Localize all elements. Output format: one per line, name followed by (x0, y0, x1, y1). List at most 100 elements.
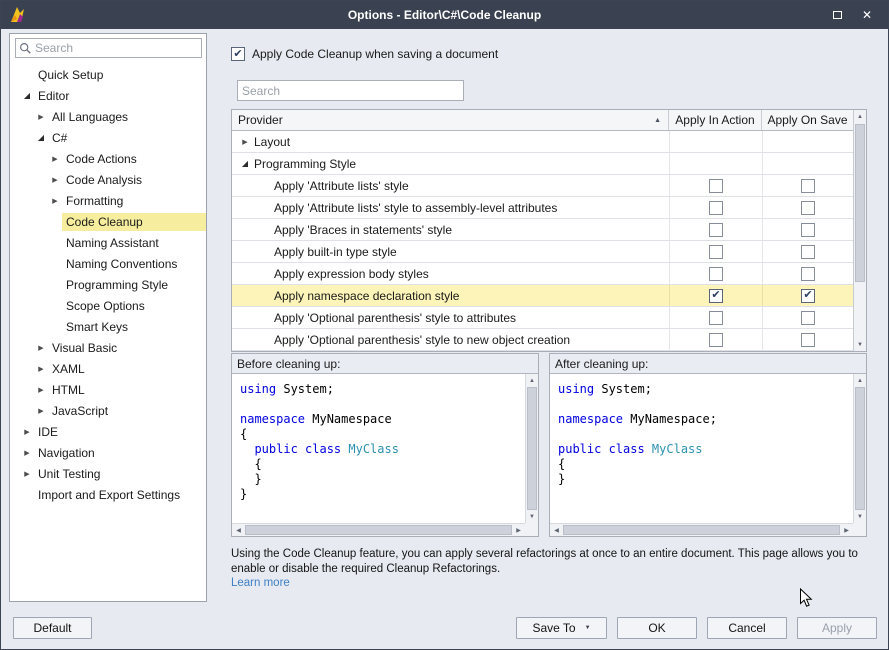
apply-in-action-checkbox[interactable] (709, 311, 723, 325)
scroll-right-icon[interactable]: ▶ (512, 524, 525, 536)
column-header-provider[interactable]: Provider ▲ (232, 110, 669, 130)
apply-on-save-checkbox[interactable] (801, 245, 815, 259)
apply-on-save-checkbox[interactable]: ✔ (801, 289, 815, 303)
collapse-group-icon[interactable]: ◢ (238, 159, 252, 168)
scroll-right-icon[interactable]: ▶ (840, 524, 853, 536)
sort-ascending-icon: ▲ (654, 117, 661, 124)
scroll-down-icon[interactable]: ▼ (854, 510, 866, 523)
column-header-apply-in-action[interactable]: Apply In Action (669, 110, 762, 130)
after-code-area: using System;namespace MyNamespace;publi… (550, 373, 866, 536)
provider-group-row-programming-style[interactable]: ◢Programming Style (232, 153, 853, 175)
scrollbar-thumb[interactable] (855, 387, 865, 510)
apply-on-save-checkbox[interactable] (801, 201, 815, 215)
expand-arrow-icon[interactable]: ▶ (20, 470, 34, 478)
ok-button[interactable]: OK (617, 617, 697, 639)
after-horizontal-scrollbar[interactable]: ◀ ▶ (550, 523, 853, 536)
tree-item-naming-conventions[interactable]: Naming Conventions (10, 253, 206, 274)
provider-row-apply-namespace-declaration-style[interactable]: Apply namespace declaration style✔✔ (232, 285, 853, 307)
expand-arrow-icon[interactable]: ▶ (48, 176, 62, 184)
provider-row-apply-attribute-lists-style[interactable]: Apply 'Attribute lists' style (232, 175, 853, 197)
expand-group-icon[interactable]: ▶ (238, 138, 252, 146)
default-button[interactable]: Default (13, 617, 92, 639)
apply-in-action-checkbox[interactable] (709, 245, 723, 259)
tree-item-xaml[interactable]: ▶XAML (10, 358, 206, 379)
tree-item-editor[interactable]: ◢Editor (10, 85, 206, 106)
tree-item-quick-setup[interactable]: Quick Setup (10, 64, 206, 85)
learn-more-link[interactable]: Learn more (231, 577, 290, 589)
tree-item-code-analysis[interactable]: ▶Code Analysis (10, 169, 206, 190)
provider-row-apply-attribute-lists-style-to-assembly-level-attributes[interactable]: Apply 'Attribute lists' style to assembl… (232, 197, 853, 219)
scroll-up-icon[interactable]: ▲ (526, 374, 538, 387)
cancel-button[interactable]: Cancel (707, 617, 787, 639)
apply-button[interactable]: Apply (797, 617, 877, 639)
apply-in-action-checkbox[interactable] (709, 333, 723, 347)
expand-arrow-icon[interactable]: ▶ (34, 113, 48, 121)
expand-arrow-icon[interactable]: ▶ (48, 155, 62, 163)
scrollbar-thumb[interactable] (527, 387, 537, 510)
scroll-down-icon[interactable]: ▼ (854, 338, 866, 351)
close-button[interactable]: ✕ (856, 7, 878, 23)
after-vertical-scrollbar[interactable]: ▲ ▼ (853, 374, 866, 523)
tree-item-label: Navigation (34, 444, 99, 462)
apply-on-save-checkbox[interactable] (801, 179, 815, 193)
tree-item-code-actions[interactable]: ▶Code Actions (10, 148, 206, 169)
tree-item-code-cleanup[interactable]: Code Cleanup (10, 211, 206, 232)
tree-item-html[interactable]: ▶HTML (10, 379, 206, 400)
expand-arrow-icon[interactable]: ▶ (34, 386, 48, 394)
scrollbar-thumb[interactable] (563, 525, 840, 535)
tree-item-programming-style[interactable]: Programming Style (10, 274, 206, 295)
tree-item-import-and-export-settings[interactable]: Import and Export Settings (10, 484, 206, 505)
tree-item-unit-testing[interactable]: ▶Unit Testing (10, 463, 206, 484)
provider-row-apply-optional-parenthesis-style-to-new-object-creation[interactable]: Apply 'Optional parenthesis' style to ne… (232, 329, 853, 351)
sidebar-search-input[interactable] (32, 41, 201, 55)
expand-arrow-icon[interactable]: ▶ (48, 197, 62, 205)
expand-arrow-icon[interactable]: ▶ (34, 344, 48, 352)
apply-on-save-checkbox[interactable] (801, 311, 815, 325)
tree-item-naming-assistant[interactable]: Naming Assistant (10, 232, 206, 253)
collapse-arrow-icon[interactable]: ◢ (34, 133, 48, 142)
scroll-left-icon[interactable]: ◀ (232, 524, 245, 536)
scroll-down-icon[interactable]: ▼ (526, 510, 538, 523)
provider-group-row-layout[interactable]: ▶Layout (232, 131, 853, 153)
apply-in-action-checkbox[interactable]: ✔ (709, 289, 723, 303)
scrollbar-thumb[interactable] (245, 525, 512, 535)
tree-item-c[interactable]: ◢C# (10, 127, 206, 148)
provider-row-apply-expression-body-styles[interactable]: Apply expression body styles (232, 263, 853, 285)
tree-item-smart-keys[interactable]: Smart Keys (10, 316, 206, 337)
apply-on-save-checkbox[interactable] (801, 333, 815, 347)
grid-vertical-scrollbar[interactable]: ▲ ▼ (853, 110, 866, 351)
tree-item-formatting[interactable]: ▶Formatting (10, 190, 206, 211)
apply-when-saving-row[interactable]: ✔ Apply Code Cleanup when saving a docum… (231, 47, 498, 61)
tree-item-visual-basic[interactable]: ▶Visual Basic (10, 337, 206, 358)
tree-item-scope-options[interactable]: Scope Options (10, 295, 206, 316)
apply-on-save-checkbox[interactable] (801, 267, 815, 281)
save-to-button[interactable]: Save To ▼ (516, 617, 607, 639)
apply-in-action-checkbox[interactable] (709, 267, 723, 281)
expand-arrow-icon[interactable]: ▶ (20, 428, 34, 436)
tree-item-javascript[interactable]: ▶JavaScript (10, 400, 206, 421)
before-horizontal-scrollbar[interactable]: ◀ ▶ (232, 523, 525, 536)
provider-row-apply-braces-in-statements-style[interactable]: Apply 'Braces in statements' style (232, 219, 853, 241)
scroll-up-icon[interactable]: ▲ (854, 374, 866, 387)
before-vertical-scrollbar[interactable]: ▲ ▼ (525, 374, 538, 523)
apply-in-action-checkbox[interactable] (709, 223, 723, 237)
provider-search-input[interactable] (238, 84, 463, 98)
apply-in-action-checkbox[interactable] (709, 179, 723, 193)
column-header-apply-on-save[interactable]: Apply On Save (762, 110, 853, 130)
apply-on-save-checkbox[interactable] (801, 223, 815, 237)
provider-row-apply-built-in-type-style[interactable]: Apply built-in type style (232, 241, 853, 263)
maximize-button[interactable] (826, 7, 848, 23)
tree-item-navigation[interactable]: ▶Navigation (10, 442, 206, 463)
provider-row-apply-optional-parenthesis-style-to-attributes[interactable]: Apply 'Optional parenthesis' style to at… (232, 307, 853, 329)
apply-when-saving-checkbox[interactable]: ✔ (231, 47, 245, 61)
grid-scrollbar-thumb[interactable] (855, 124, 865, 282)
expand-arrow-icon[interactable]: ▶ (20, 449, 34, 457)
collapse-arrow-icon[interactable]: ◢ (20, 91, 34, 100)
scroll-up-icon[interactable]: ▲ (854, 110, 866, 123)
scroll-left-icon[interactable]: ◀ (550, 524, 563, 536)
apply-in-action-checkbox[interactable] (709, 201, 723, 215)
expand-arrow-icon[interactable]: ▶ (34, 407, 48, 415)
tree-item-ide[interactable]: ▶IDE (10, 421, 206, 442)
expand-arrow-icon[interactable]: ▶ (34, 365, 48, 373)
tree-item-all-languages[interactable]: ▶All Languages (10, 106, 206, 127)
